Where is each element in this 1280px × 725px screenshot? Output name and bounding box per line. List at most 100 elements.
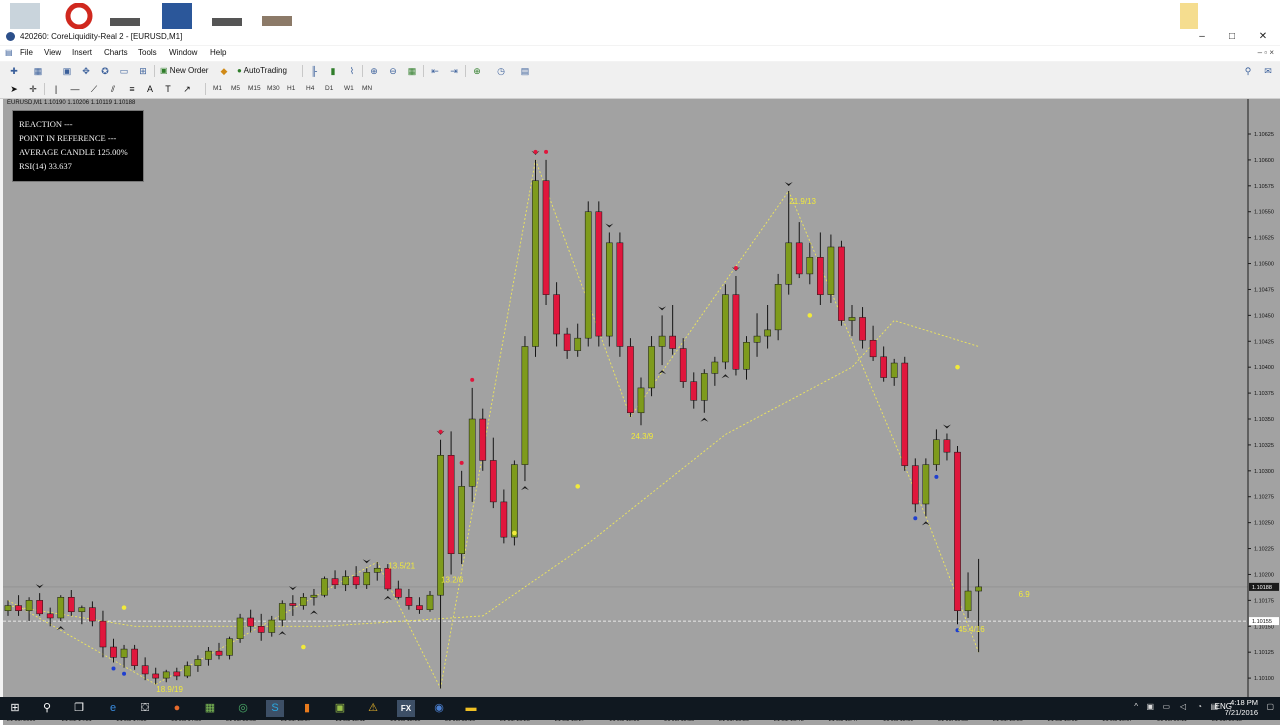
mdi-controls[interactable]: – ▫ × bbox=[1258, 48, 1274, 57]
zoom-out-icon[interactable]: ⊖ bbox=[387, 65, 399, 77]
chat-icon[interactable]: ✉ bbox=[1262, 65, 1274, 77]
indicators-icon[interactable]: ⊕ bbox=[471, 65, 483, 77]
bull-candle bbox=[964, 590, 972, 611]
timeframe-d1[interactable]: D1 bbox=[325, 83, 333, 95]
bull-candle bbox=[184, 665, 191, 677]
terminal-icon[interactable]: ▭ bbox=[118, 65, 130, 77]
title-bar[interactable]: 420260: CoreLiquidity-Real 2 - [EURUSD,M… bbox=[0, 29, 1280, 45]
app-icon[interactable]: ⚠ bbox=[364, 700, 382, 717]
autoscroll-icon[interactable]: ⇥ bbox=[448, 65, 460, 77]
menu-view[interactable]: View bbox=[44, 48, 61, 57]
menu-help[interactable]: Help bbox=[210, 48, 226, 57]
signal-markers bbox=[35, 149, 960, 676]
firefox-icon[interactable]: ● bbox=[168, 700, 186, 717]
network-icon[interactable]: ▣ bbox=[1146, 702, 1154, 711]
menu-charts[interactable]: Charts bbox=[104, 48, 128, 57]
timeframe-m1[interactable]: M1 bbox=[213, 83, 222, 95]
crosshair-icon[interactable]: ✛ bbox=[27, 83, 39, 95]
market-watch-icon[interactable]: ▣ bbox=[61, 65, 73, 77]
toolbar-separator bbox=[423, 65, 424, 77]
new-chart-icon[interactable]: ✚ bbox=[8, 65, 20, 77]
data-window-icon[interactable]: ✥ bbox=[80, 65, 92, 77]
mdi-window-icon[interactable]: ▤ bbox=[5, 48, 13, 57]
profiles-icon[interactable]: ▦ bbox=[32, 65, 44, 77]
price-chart[interactable]: 13.5/21 18.9/19 13.2/6 21.9/13 24.3/9 45.4/16… bbox=[3, 99, 1280, 725]
vertical-line-icon[interactable]: | bbox=[50, 83, 62, 95]
app-icon[interactable]: ◎ bbox=[234, 700, 252, 717]
start-button[interactable]: ⊞ bbox=[6, 700, 24, 717]
chart-window[interactable]: 13.5/21 18.9/19 13.2/6 21.9/13 24.3/9 45.4/16… bbox=[3, 99, 1280, 725]
menu-tools[interactable]: Tools bbox=[138, 48, 157, 57]
bull-candle bbox=[584, 211, 592, 339]
task-view-icon[interactable]: ❐ bbox=[70, 700, 88, 717]
templates-icon[interactable]: ▤ bbox=[519, 65, 531, 77]
timeframe-h4[interactable]: H4 bbox=[306, 83, 314, 95]
zigzag-segment bbox=[440, 159, 536, 689]
channel-icon[interactable]: ⫽ bbox=[107, 83, 119, 95]
bear-candle bbox=[352, 576, 360, 586]
menu-window[interactable]: Window bbox=[169, 48, 197, 57]
edge-browser-icon[interactable]: e bbox=[104, 700, 122, 717]
metaeditor-icon[interactable]: ◆ bbox=[218, 65, 230, 77]
search-icon[interactable]: ⚲ bbox=[1242, 65, 1254, 77]
periods-icon[interactable]: ◷ bbox=[495, 65, 507, 77]
search-icon[interactable]: ⚲ bbox=[38, 700, 56, 717]
shortcut-icon[interactable] bbox=[110, 18, 140, 26]
timeframe-w1[interactable]: W1 bbox=[344, 83, 354, 95]
price-tick-label: 1.10100 bbox=[1254, 676, 1274, 682]
action-center-icon[interactable]: ▢ bbox=[1266, 702, 1274, 711]
volume-icon[interactable]: ◁ bbox=[1180, 702, 1186, 711]
reference-price-label: 1.10155 bbox=[1252, 619, 1272, 625]
new-order-button[interactable]: ▣ New Order bbox=[160, 65, 208, 77]
image-file-icon[interactable] bbox=[262, 16, 292, 26]
bear-candle bbox=[500, 501, 508, 538]
store-icon[interactable]: ⛋ bbox=[136, 700, 154, 717]
skype-icon[interactable]: S bbox=[266, 700, 284, 717]
horizontal-line-icon[interactable]: — bbox=[69, 83, 81, 95]
tester-icon[interactable]: ⊞ bbox=[137, 65, 149, 77]
timeframe-mn[interactable]: MN bbox=[362, 83, 372, 95]
trendline-icon[interactable]: ⟋ bbox=[88, 83, 100, 95]
ccleaner-icon[interactable] bbox=[64, 2, 94, 30]
bear-candle bbox=[447, 455, 455, 554]
app-icon[interactable]: ◉ bbox=[430, 700, 448, 717]
auto-trading-button[interactable]: ● AutoTrading bbox=[237, 65, 287, 77]
timeframe-m30[interactable]: M30 bbox=[267, 83, 280, 95]
blue-signal-dot bbox=[913, 516, 918, 521]
bar-chart-icon[interactable]: ╟ bbox=[308, 65, 320, 77]
tray-chevron-icon[interactable]: ^ bbox=[1134, 702, 1138, 711]
word-document-icon[interactable] bbox=[162, 3, 192, 29]
text-label-icon[interactable]: T bbox=[162, 83, 174, 95]
cursor-icon[interactable]: ➤ bbox=[8, 83, 20, 95]
metatrader-icon[interactable]: FX bbox=[397, 700, 415, 717]
app-icon[interactable]: ▣ bbox=[331, 700, 349, 717]
fibonacci-icon[interactable]: ≡ bbox=[126, 83, 138, 95]
shortcut-icon[interactable] bbox=[212, 18, 242, 26]
wifi-icon[interactable]: ◔ bbox=[1197, 702, 1202, 711]
navigator-icon[interactable]: ✪ bbox=[99, 65, 111, 77]
toolbar-separator bbox=[205, 83, 206, 95]
minimize-button[interactable]: – bbox=[1188, 29, 1216, 45]
tile-windows-icon[interactable]: ▦ bbox=[406, 65, 418, 77]
timeframe-m5[interactable]: M5 bbox=[231, 83, 240, 95]
close-button[interactable]: ✕ bbox=[1249, 29, 1277, 45]
bull-candle bbox=[743, 342, 750, 370]
zoom-in-icon[interactable]: ⊕ bbox=[368, 65, 380, 77]
menu-insert[interactable]: Insert bbox=[72, 48, 92, 57]
battery-icon[interactable]: ▭ bbox=[1162, 702, 1170, 711]
app-icon[interactable]: ▮ bbox=[298, 700, 316, 717]
folder-icon[interactable] bbox=[1180, 3, 1198, 29]
line-chart-icon[interactable]: ⌇ bbox=[346, 65, 358, 77]
timeframe-m15[interactable]: M15 bbox=[248, 83, 261, 95]
timeframe-h1[interactable]: H1 bbox=[287, 83, 295, 95]
recycle-bin-icon[interactable] bbox=[10, 3, 40, 29]
file-app-icon[interactable]: ▦ bbox=[201, 700, 219, 717]
maximize-button[interactable]: □ bbox=[1218, 29, 1246, 45]
file-explorer-icon[interactable]: ▬ bbox=[462, 700, 480, 717]
chart-shift-icon[interactable]: ⇤ bbox=[429, 65, 441, 77]
text-icon[interactable]: A bbox=[144, 83, 156, 95]
clock[interactable]: 4:18 PM 7/21/2016 bbox=[1225, 698, 1258, 718]
candlestick-icon[interactable]: ▮ bbox=[327, 65, 339, 77]
menu-file[interactable]: File bbox=[20, 48, 33, 57]
arrows-icon[interactable]: ↗ bbox=[181, 83, 193, 95]
